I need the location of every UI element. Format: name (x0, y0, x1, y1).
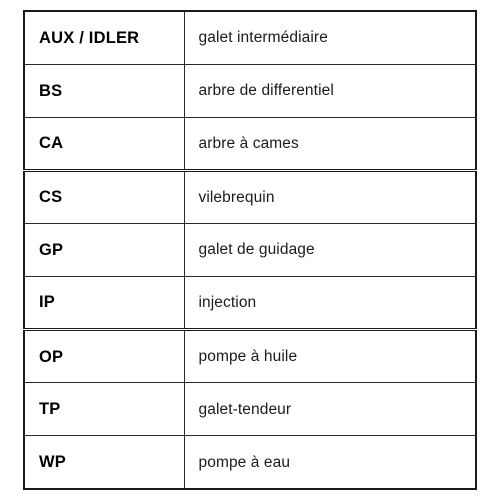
row-code-cell: CA (23, 116, 185, 171)
row-description-cell: pompe à huile (183, 328, 477, 384)
row-code-cell: WP (23, 435, 185, 490)
row-code-cell: BS (23, 63, 185, 118)
row-code-cell: IP (23, 275, 185, 331)
table-row: WP pompe à eau (23, 435, 477, 490)
table-row: BS arbre de differentiel (23, 63, 477, 118)
row-description-cell: arbre de differentiel (183, 63, 477, 118)
row-description-cell: pompe à eau (183, 435, 477, 490)
table-row: AUX / IDLER galet intermédiaire (23, 10, 477, 65)
row-code-cell: GP (23, 222, 185, 277)
row-description-cell: galet-tendeur (183, 382, 477, 437)
row-code-cell: AUX / IDLER (23, 10, 185, 65)
abbreviation-legend-table: AUX / IDLER galet intermédiaire BS arbre… (23, 10, 477, 490)
table-body: AUX / IDLER galet intermédiaire BS arbre… (23, 10, 477, 490)
row-description-cell: galet intermédiaire (183, 10, 477, 65)
abbreviation-legend-table-container: AUX / IDLER galet intermédiaire BS arbre… (23, 10, 477, 490)
table-row: CS vilebrequin (23, 168, 477, 224)
table-row: OP pompe à huile (23, 328, 477, 384)
row-description-cell: vilebrequin (183, 168, 477, 224)
row-code-cell: OP (23, 328, 185, 384)
table-row: IP injection (23, 275, 477, 331)
row-code-cell: TP (23, 382, 185, 437)
row-code-cell: CS (23, 168, 185, 224)
row-description-cell: injection (183, 275, 477, 331)
row-description-cell: galet de guidage (183, 222, 477, 277)
table-row: TP galet-tendeur (23, 382, 477, 437)
table-row: CA arbre à cames (23, 116, 477, 171)
table-row: GP galet de guidage (23, 222, 477, 277)
row-description-cell: arbre à cames (183, 116, 477, 171)
